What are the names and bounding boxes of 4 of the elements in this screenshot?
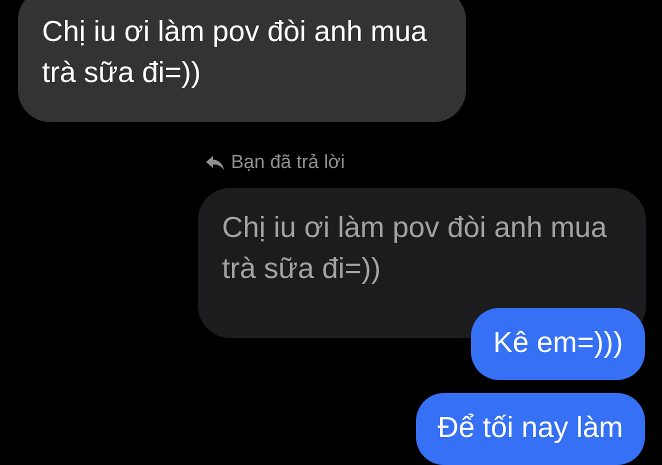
message-bubble: Chị iu ơi làm pov đòi anh mua trà sữa đi=)) (18, 0, 466, 122)
message-bubble: Để tối nay làm (416, 393, 645, 465)
reply-arrow-icon (205, 155, 225, 172)
reply-label: Bạn đã trả lời (231, 151, 345, 175)
